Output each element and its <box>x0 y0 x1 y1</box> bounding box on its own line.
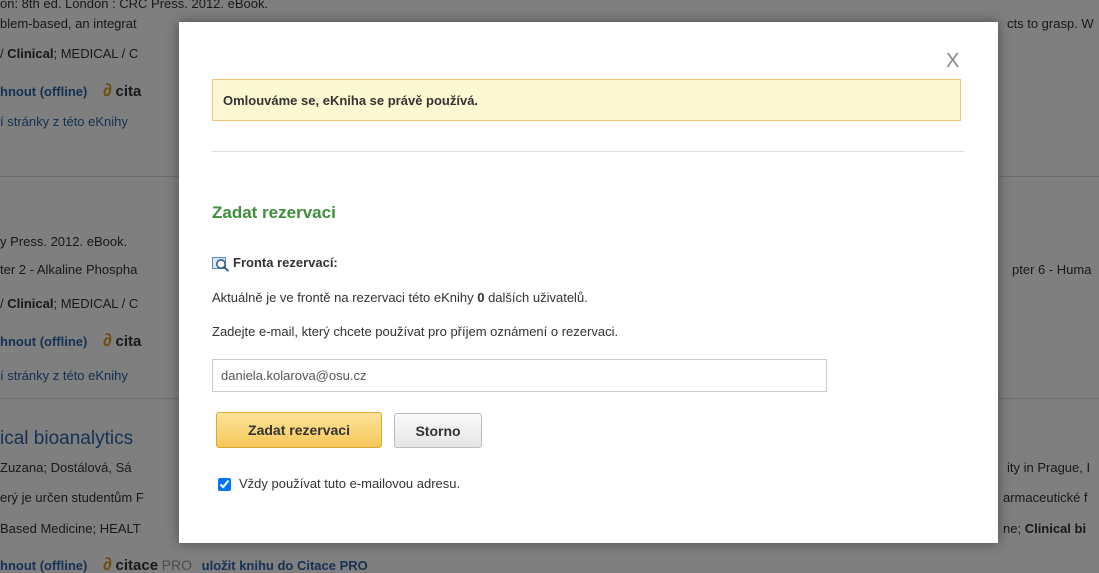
reservation-dialog: X Omlouváme se, eKniha se právě používá.… <box>179 22 998 543</box>
in-use-alert: Omlouváme se, eKniha se právě používá. <box>212 79 961 121</box>
divider <box>212 151 964 152</box>
submit-reservation-button[interactable]: Zadat rezervaci <box>216 412 382 448</box>
reservation-queue: Fronta rezervací: <box>212 255 338 272</box>
close-button[interactable]: X <box>946 50 959 73</box>
always-use-email-label: Vždy používat tuto e-mailovou adresu. <box>239 476 461 491</box>
always-use-email-option[interactable]: Vždy používat tuto e-mailovou adresu. <box>218 476 461 492</box>
cancel-button[interactable]: Storno <box>394 413 482 448</box>
email-prompt: Zadejte e-mail, který chcete používat pr… <box>212 324 619 339</box>
queue-magnifier-icon <box>212 256 230 272</box>
email-input[interactable] <box>212 359 827 392</box>
queue-info: Aktuálně je ve frontě na rezervaci této … <box>212 290 588 305</box>
queue-label: Fronta rezervací: <box>233 255 338 270</box>
dialog-heading: Zadat rezervaci <box>212 203 336 222</box>
always-use-email-checkbox[interactable] <box>218 478 231 492</box>
